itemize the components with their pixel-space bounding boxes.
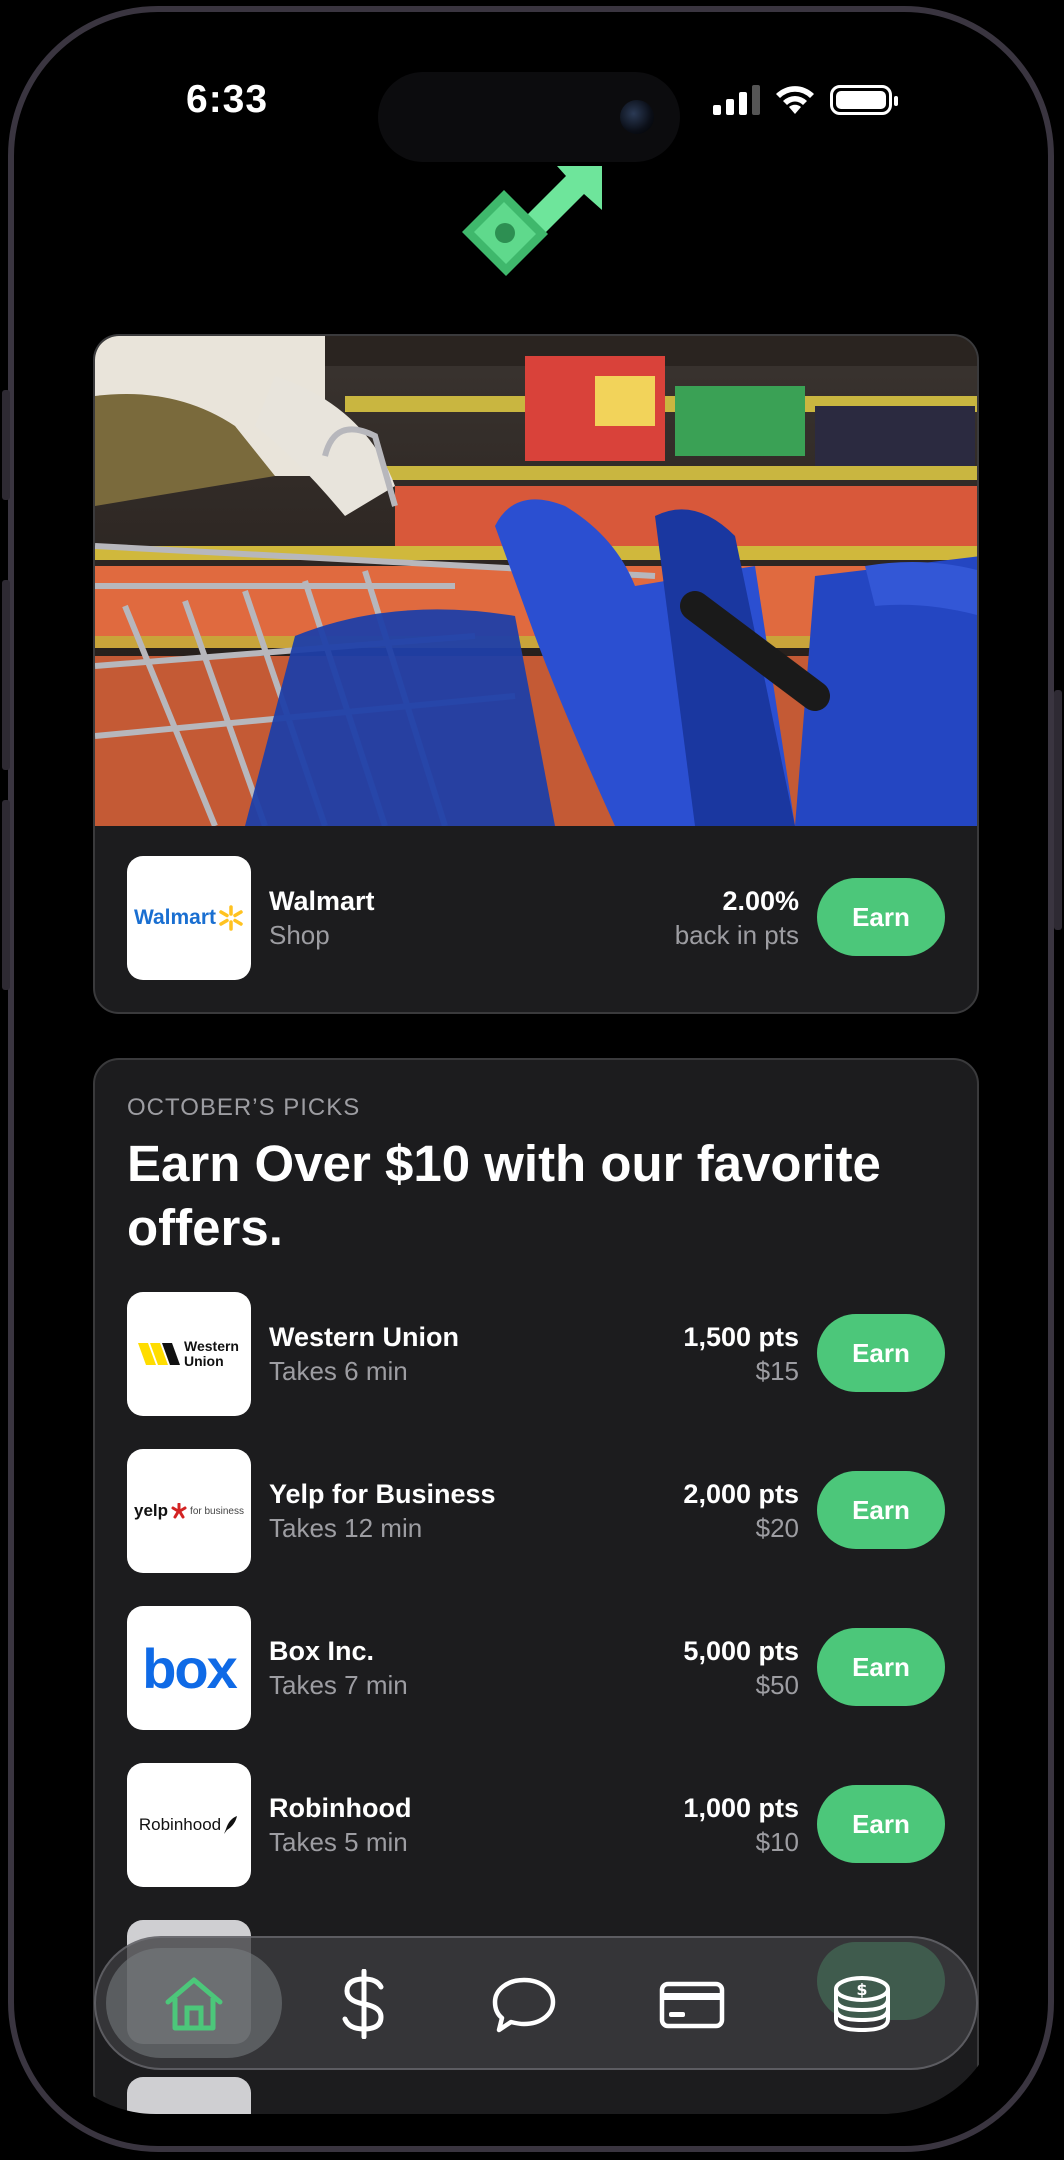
offer-duration: Takes 6 min <box>269 1356 408 1386</box>
western-union-logo-text: Western Union <box>184 1338 239 1369</box>
tab-bar: $ <box>94 1936 978 2070</box>
offer-text: Yelp for Business Takes 12 min <box>269 1477 496 1545</box>
picks-title: Earn Over $10 with our favorite offers. <box>127 1135 881 1256</box>
offer-reward: 2,000 pts $20 <box>683 1477 799 1545</box>
chat-bubble-icon <box>492 1977 556 2033</box>
offer-value: $20 <box>755 1513 799 1543</box>
box-logo: box <box>127 1606 251 1730</box>
tab-messages[interactable] <box>474 1954 574 2054</box>
walmart-logo: Walmart <box>127 856 251 980</box>
earn-button[interactable]: Earn <box>817 878 945 956</box>
wifi-icon <box>776 86 814 114</box>
yelp-logo-subtext: for business <box>190 1505 244 1517</box>
status-time: 6:33 <box>186 78 269 121</box>
home-icon <box>165 1977 223 2031</box>
earn-button[interactable]: Earn <box>817 1471 945 1549</box>
featured-brand-text: Walmart Shop <box>269 884 375 952</box>
offer-points: 1,000 pts <box>683 1793 799 1823</box>
tab-home[interactable] <box>144 1954 244 2054</box>
earn-button[interactable]: Earn <box>817 1785 945 1863</box>
robinhood-logo-text: Robinhood <box>138 1815 222 1834</box>
credit-card-icon <box>659 1981 725 2029</box>
grocery-cart-photo <box>95 336 977 826</box>
featured-reward-subtitle: back in pts <box>674 920 799 950</box>
phone-side-button <box>2 390 10 500</box>
walmart-logo-text: Walmart <box>133 906 217 929</box>
offer-value: $10 <box>755 1827 799 1857</box>
dynamic-island <box>378 72 680 162</box>
earn-button[interactable]: Earn <box>817 1314 945 1392</box>
offer-text: Western Union Takes 6 min <box>269 1320 459 1388</box>
offer-duration: Takes 12 min <box>269 1513 423 1543</box>
offer-text: Robinhood Takes 5 min <box>269 1791 411 1859</box>
robinhood-feather-icon <box>224 1816 238 1834</box>
phone-volume-down-button <box>2 800 10 990</box>
featured-brand-subtitle: Shop <box>269 920 330 950</box>
featured-offer-card[interactable]: Walmart Walmart Shop 2.00% back in pts E… <box>93 334 979 1014</box>
offer-points: 2,000 pts <box>683 1479 799 1509</box>
coins-icon: $ <box>834 1976 890 2033</box>
western-union-mark-icon <box>138 1343 180 1365</box>
offer-value: $50 <box>755 1670 799 1700</box>
phone-volume-up-button <box>2 580 10 770</box>
offer-row-partial-2 <box>127 2077 251 2114</box>
yelp-logo: yelp for business <box>127 1449 251 1573</box>
money-arrow-logo-icon <box>462 166 602 276</box>
offer-text: Box Inc. Takes 7 min <box>269 1634 408 1702</box>
featured-reward: 2.00% back in pts <box>675 884 799 952</box>
yelp-logo-text: yelp <box>134 1501 169 1520</box>
offer-reward: 1,500 pts $15 <box>683 1320 799 1388</box>
western-union-logo: Western Union <box>127 1292 251 1416</box>
featured-brand-name: Walmart <box>269 886 375 916</box>
box-logo-text: box <box>142 1636 238 1700</box>
featured-reward-rate: 2.00% <box>722 886 799 916</box>
offer-duration: Takes 5 min <box>269 1827 408 1857</box>
robinhood-logo: Robinhood <box>127 1763 251 1887</box>
svg-text:$: $ <box>856 1980 867 1999</box>
offer-name: Box Inc. <box>269 1636 375 1666</box>
tab-cards[interactable] <box>642 1954 742 2054</box>
phone-power-button <box>1054 690 1062 930</box>
yelp-burst-icon <box>171 1503 187 1519</box>
offer-row-yelp[interactable]: yelp for business Yelp for Business Take… <box>127 1449 945 1573</box>
featured-offer-row[interactable]: Walmart Walmart Shop 2.00% back in pts E… <box>127 856 945 980</box>
earn-button[interactable]: Earn <box>817 1628 945 1706</box>
picks-eyebrow: OCTOBER’S PICKS <box>127 1094 361 1121</box>
offer-reward: 5,000 pts $50 <box>683 1634 799 1702</box>
offer-duration: Takes 7 min <box>269 1670 408 1700</box>
signal-icon <box>713 85 760 115</box>
screen: 6:33 Walmart Walmart Shop 2.00% back in … <box>36 36 1002 2114</box>
walmart-spark-icon <box>219 905 243 931</box>
offer-row-robinhood[interactable]: Robinhood Robinhood Takes 5 min 1,000 pt… <box>127 1763 945 1887</box>
offer-reward: 1,000 pts $10 <box>683 1791 799 1859</box>
offer-value: $15 <box>755 1356 799 1386</box>
tab-dollar[interactable] <box>314 1954 414 2054</box>
status-bar: 6:33 <box>36 36 1002 166</box>
offer-name: Western Union <box>269 1322 460 1352</box>
offer-name: Robinhood <box>269 1793 412 1823</box>
offer-points: 5,000 pts <box>683 1636 799 1666</box>
tab-rewards[interactable]: $ <box>812 1954 912 2054</box>
dollar-icon <box>342 1969 384 2039</box>
battery-icon <box>830 85 898 115</box>
front-camera-icon <box>620 100 654 134</box>
offer-name: Yelp for Business <box>269 1479 496 1509</box>
offer-row-western-union[interactable]: Western Union Western Union Takes 6 min … <box>127 1292 945 1416</box>
offer-points: 1,500 pts <box>683 1322 799 1352</box>
offer-row-box[interactable]: box Box Inc. Takes 7 min 5,000 pts $50 E… <box>127 1606 945 1730</box>
status-icons <box>713 84 898 116</box>
